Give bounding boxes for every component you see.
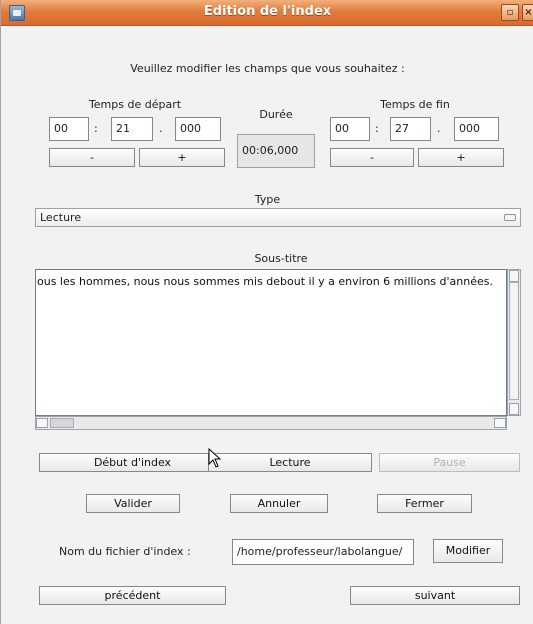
index-file-label: Nom du fichier d'index : bbox=[59, 545, 191, 558]
end-time-label: Temps de fin bbox=[380, 98, 450, 111]
index-file-field[interactable]: /home/professeur/labolangue/ bbox=[232, 539, 414, 565]
end-minutes-field[interactable]: 27 bbox=[390, 117, 431, 141]
start-sep-dot: . bbox=[159, 122, 163, 135]
title-bar[interactable]: Edition de l'index ▫ × bbox=[1, 0, 533, 26]
type-select[interactable]: Lecture bbox=[35, 208, 521, 227]
subtitle-label: Sous-titre bbox=[254, 252, 308, 265]
maximize-icon[interactable]: ▫ bbox=[501, 4, 519, 21]
subtitle-text: ous les hommes, nous nous sommes mis deb… bbox=[37, 275, 493, 288]
subtitle-vertical-scrollbar[interactable] bbox=[507, 269, 521, 416]
end-sep-dot: . bbox=[437, 122, 441, 135]
duration-field: 00:06,000 bbox=[237, 134, 315, 168]
next-button[interactable]: suivant bbox=[350, 586, 520, 605]
scroll-up-icon[interactable] bbox=[509, 270, 519, 282]
end-minus-button[interactable]: - bbox=[330, 148, 414, 167]
window-title: Edition de l'index bbox=[203, 4, 332, 19]
start-plus-button[interactable]: + bbox=[139, 148, 225, 167]
vertical-scroll-thumb[interactable] bbox=[509, 282, 519, 400]
scroll-right-icon[interactable] bbox=[494, 418, 506, 428]
start-hours-field[interactable]: 00 bbox=[49, 117, 89, 141]
mouse-pointer-icon bbox=[208, 448, 222, 468]
dropdown-icon[interactable] bbox=[504, 214, 516, 221]
start-sep-colon: : bbox=[94, 122, 98, 135]
type-label: Type bbox=[254, 193, 281, 206]
validate-button[interactable]: Valider bbox=[86, 494, 180, 513]
subtitle-textarea[interactable]: ous les hommes, nous nous sommes mis deb… bbox=[35, 269, 507, 416]
start-index-button[interactable]: Début d'index bbox=[39, 453, 226, 472]
play-button[interactable]: Lecture bbox=[208, 453, 372, 472]
close-icon[interactable]: × bbox=[522, 4, 533, 21]
close-button[interactable]: Fermer bbox=[377, 494, 472, 513]
scroll-down-icon[interactable] bbox=[509, 403, 519, 415]
end-sep-colon: : bbox=[375, 122, 379, 135]
start-time-label: Temps de départ bbox=[88, 98, 182, 111]
type-selected-value: Lecture bbox=[40, 211, 82, 224]
start-millis-field[interactable]: 000 bbox=[175, 117, 221, 141]
previous-button[interactable]: précédent bbox=[39, 586, 226, 605]
index-edit-dialog: Edition de l'index ▫ × Veuillez modifier… bbox=[0, 0, 533, 624]
pause-button[interactable]: Pause bbox=[379, 453, 520, 472]
subtitle-horizontal-scrollbar[interactable] bbox=[35, 416, 507, 430]
scroll-left-icon[interactable] bbox=[36, 418, 48, 428]
modify-button[interactable]: Modifier bbox=[433, 539, 503, 563]
start-minus-button[interactable]: - bbox=[49, 148, 135, 167]
end-millis-field[interactable]: 000 bbox=[454, 117, 499, 141]
instructions-text: Veuillez modifier les champs que vous so… bbox=[130, 62, 405, 75]
start-minutes-field[interactable]: 21 bbox=[111, 117, 153, 141]
end-hours-field[interactable]: 00 bbox=[330, 117, 370, 141]
cancel-button[interactable]: Annuler bbox=[230, 494, 328, 513]
end-plus-button[interactable]: + bbox=[418, 148, 504, 167]
horizontal-scroll-thumb[interactable] bbox=[50, 418, 74, 428]
duration-label: Durée bbox=[259, 108, 293, 121]
